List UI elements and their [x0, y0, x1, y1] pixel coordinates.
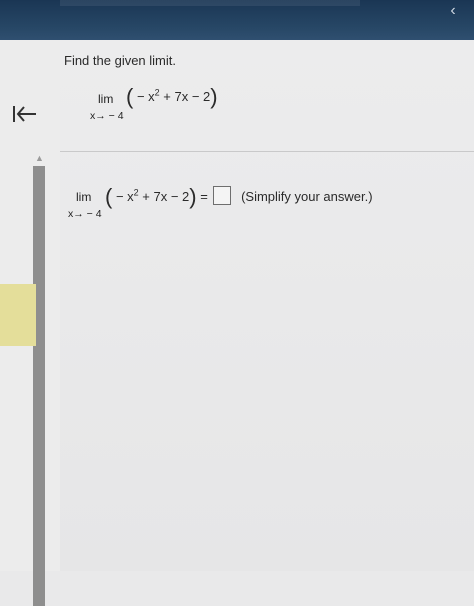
scrollbar-track[interactable]	[33, 166, 45, 606]
left-nav-column: ▲	[0, 40, 60, 606]
question-expression: ( − x2 + 7x − 2)	[126, 84, 218, 109]
simplify-hint: (Simplify your answer.)	[241, 189, 373, 204]
lim-label: lim	[98, 92, 114, 106]
lim-subscript: x→ − 4	[68, 208, 102, 220]
scroll-up-arrow-icon[interactable]: ▲	[35, 153, 45, 163]
lim-subscript: x→ − 4	[90, 110, 124, 122]
answer-input[interactable]	[213, 186, 232, 205]
collapse-left-icon[interactable]	[8, 98, 40, 130]
section-divider	[60, 151, 474, 152]
top-header-bar: ‹	[0, 0, 474, 40]
answer-expression: ( − x2 + 7x − 2) = (Simplify your answer…	[105, 184, 373, 209]
scrollbar-thumb[interactable]	[0, 284, 36, 346]
lim-label: lim	[76, 190, 92, 204]
question-panel: Find the given limit. lim x→ − 4 ( − x2 …	[60, 40, 474, 571]
header-title-area	[60, 0, 360, 6]
chevron-left-icon[interactable]: ‹	[442, 0, 464, 22]
question-prompt: Find the given limit.	[64, 53, 176, 68]
